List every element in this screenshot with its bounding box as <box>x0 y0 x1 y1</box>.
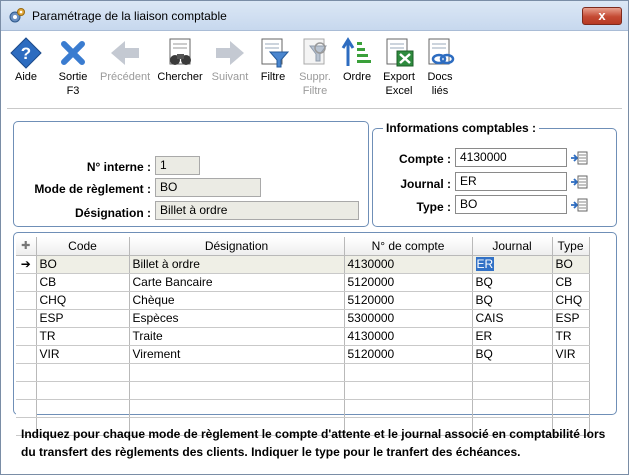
toolbar: ? Aide Sortie F3 Précédent Chercher Suiv… <box>1 32 628 107</box>
journal-lookup-icon[interactable] <box>570 175 588 189</box>
type-lookup-icon[interactable] <box>570 198 588 212</box>
type-label: Type : <box>416 200 451 214</box>
table-row[interactable]: ESP Espèces 5300000 CAIS ESP <box>16 309 590 328</box>
cell-code[interactable]: TR <box>36 327 130 346</box>
sort-order-button[interactable]: Ordre <box>340 36 374 84</box>
journal-label: Journal : <box>400 177 451 191</box>
cell-journal[interactable]: BQ <box>472 345 553 364</box>
cell-designation[interactable]: Chèque <box>129 291 345 310</box>
payment-modes-table: ✚ Code Désignation N° de compte Journal … <box>16 237 590 436</box>
cell-designation[interactable]: Billet à ordre <box>129 255 345 274</box>
num-interne-label: N° interne : <box>86 160 151 174</box>
svg-text:?: ? <box>21 44 31 63</box>
empty-row <box>16 363 590 382</box>
cell-type[interactable]: CHQ <box>552 291 590 310</box>
cell-type[interactable]: TR <box>552 327 590 346</box>
excel-export-icon <box>386 38 414 67</box>
designation-field: Billet à ordre <box>155 201 359 220</box>
cell-journal[interactable]: ER <box>472 255 553 274</box>
compte-input[interactable]: 4130000 <box>455 148 567 167</box>
filter-button[interactable]: Filtre <box>256 36 290 84</box>
settings-gear-icon <box>9 8 25 23</box>
selected-cell-value[interactable]: ER <box>475 257 495 271</box>
cell-compte[interactable]: 5300000 <box>344 309 473 328</box>
linked-document-icon <box>428 38 455 65</box>
cell-journal[interactable]: CAIS <box>472 309 553 328</box>
journal-input[interactable]: ER <box>455 172 567 191</box>
table-header-row: ✚ Code Désignation N° de compte Journal … <box>16 237 590 256</box>
cell-designation[interactable]: Carte Bancaire <box>129 273 345 292</box>
designation-label: Désignation : <box>74 206 151 220</box>
sort-icon <box>341 37 371 66</box>
next-button[interactable]: Suivant <box>208 36 252 84</box>
cell-type[interactable]: ESP <box>552 309 590 328</box>
help-icon: ? <box>10 37 42 69</box>
empty-row <box>16 381 590 400</box>
arrow-right-icon <box>216 41 244 65</box>
filter-icon <box>261 38 290 68</box>
cell-type[interactable]: BO <box>552 255 590 274</box>
table-row[interactable]: TR Traite 4130000 ER TR <box>16 327 590 346</box>
remove-filter-icon <box>303 38 327 65</box>
arrow-left-icon <box>111 41 139 65</box>
cell-code[interactable]: CB <box>36 273 130 292</box>
table-row[interactable]: ➔ BO Billet à ordre 4130000 ER BO <box>16 255 590 274</box>
cell-compte[interactable]: 5120000 <box>344 345 473 364</box>
column-chooser-icon[interactable]: ✚ <box>16 237 37 256</box>
cell-journal[interactable]: BQ <box>472 291 553 310</box>
cell-type[interactable]: CB <box>552 273 590 292</box>
cell-compte[interactable]: 5120000 <box>344 273 473 292</box>
cell-compte[interactable]: 4130000 <box>344 327 473 346</box>
search-button[interactable]: Chercher <box>157 36 203 84</box>
table-row[interactable]: CB Carte Bancaire 5120000 BQ CB <box>16 273 590 292</box>
cell-code[interactable]: CHQ <box>36 291 130 310</box>
column-header-designation[interactable]: Désignation <box>129 237 345 256</box>
close-button[interactable]: x <box>582 7 622 25</box>
mode-reglement-label: Mode de règlement : <box>34 182 151 196</box>
cell-compte[interactable]: 4130000 <box>344 255 473 274</box>
cell-code[interactable]: ESP <box>36 309 130 328</box>
type-input[interactable]: BO <box>455 195 567 214</box>
help-button[interactable]: ? Aide <box>9 36 43 84</box>
compte-label: Compte : <box>399 152 451 166</box>
column-header-compte[interactable]: N° de compte <box>344 237 473 256</box>
table-row[interactable]: CHQ Chèque 5120000 BQ CHQ <box>16 291 590 310</box>
remove-filter-button[interactable]: Suppr. Filtre <box>297 36 333 98</box>
num-interne-field: 1 <box>155 156 200 175</box>
current-row-arrow-icon: ➔ <box>16 255 37 274</box>
cell-code[interactable]: VIR <box>36 345 130 364</box>
help-text: Indiquez pour chaque mode de règlement l… <box>21 427 606 459</box>
empty-row <box>16 399 590 418</box>
compte-lookup-icon[interactable] <box>570 151 588 165</box>
cell-designation[interactable]: Traite <box>129 327 345 346</box>
export-excel-button[interactable]: Export Excel <box>381 36 417 98</box>
binoculars-icon <box>169 38 191 65</box>
column-header-journal[interactable]: Journal <box>472 237 553 256</box>
close-x-icon <box>61 41 85 65</box>
main-window: Paramétrage de la liaison comptable x ? … <box>0 0 629 475</box>
column-header-type[interactable]: Type <box>552 237 590 256</box>
linked-docs-button[interactable]: Docs liés <box>423 36 457 98</box>
toolbar-separator <box>7 108 622 109</box>
table-row[interactable]: VIR Virement 5120000 BQ VIR <box>16 345 590 364</box>
column-header-code[interactable]: Code <box>36 237 130 256</box>
cell-designation[interactable]: Virement <box>129 345 345 364</box>
cell-journal[interactable]: ER <box>472 327 553 346</box>
cell-code[interactable]: BO <box>36 255 130 274</box>
accounting-group-title: Informations comptables : <box>383 121 540 135</box>
cell-journal[interactable]: BQ <box>472 273 553 292</box>
window-title: Paramétrage de la liaison comptable <box>32 9 227 23</box>
previous-button[interactable]: Précédent <box>100 36 150 84</box>
cell-designation[interactable]: Espèces <box>129 309 345 328</box>
cell-type[interactable]: VIR <box>552 345 590 364</box>
mode-reglement-field: BO <box>155 178 261 197</box>
exit-button[interactable]: Sortie F3 <box>56 36 90 98</box>
title-bar[interactable]: Paramétrage de la liaison comptable x <box>1 1 628 31</box>
cell-compte[interactable]: 5120000 <box>344 291 473 310</box>
